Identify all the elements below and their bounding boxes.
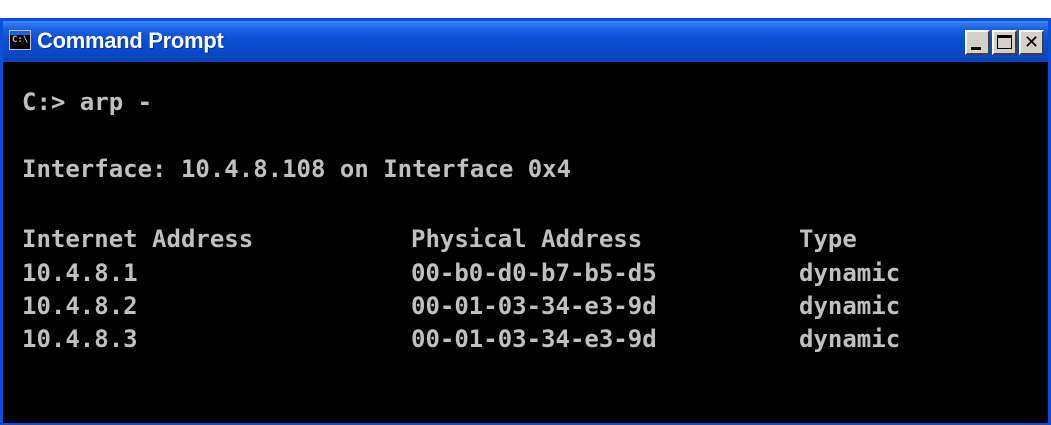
- header-physical-address: Physical Address: [411, 225, 643, 253]
- physical-address-cell: 00-01-03-34-e3-9d: [411, 325, 657, 353]
- console-output[interactable]: C:> arp - Interface: 10.4.8.108 on Inter…: [3, 62, 1048, 423]
- minimize-icon: [971, 47, 981, 50]
- type-cell: dynamic: [799, 325, 901, 353]
- command-prompt-icon[interactable]: C:\: [9, 30, 31, 50]
- window-title: Command Prompt: [37, 28, 224, 53]
- title-bar[interactable]: C:\ Command Prompt ✕: [3, 21, 1048, 62]
- maximize-icon: [997, 35, 1012, 49]
- close-button[interactable]: ✕: [1019, 30, 1044, 55]
- close-icon: ✕: [1023, 32, 1040, 53]
- command-prompt-window: C:\ Command Prompt ✕ C:> arp - Interface…: [0, 18, 1051, 425]
- header-type: Type: [799, 225, 857, 253]
- arp-table-row: 10.4.8.2 00-01-03-34-e3-9d dynamic: [22, 291, 900, 321]
- arp-table-header: Internet Address Physical Address Type: [22, 224, 857, 254]
- header-internet-address: Internet Address: [22, 225, 254, 253]
- type-cell: dynamic: [799, 292, 901, 320]
- physical-address-cell: 00-01-03-34-e3-9d: [411, 292, 657, 320]
- prompt-line: C:> arp -: [22, 88, 153, 116]
- arp-table-row: 10.4.8.3 00-01-03-34-e3-9d dynamic: [22, 324, 900, 354]
- command-prompt-icon-label: C:\: [12, 35, 29, 45]
- internet-address-cell: 10.4.8.1: [22, 259, 138, 287]
- minimize-button[interactable]: [965, 30, 990, 55]
- arp-table-row: 10.4.8.1 00-b0-d0-b7-b5-d5 dynamic: [22, 258, 900, 288]
- type-cell: dynamic: [799, 259, 901, 287]
- physical-address-cell: 00-b0-d0-b7-b5-d5: [411, 259, 657, 287]
- internet-address-cell: 10.4.8.2: [22, 292, 138, 320]
- maximize-button[interactable]: [992, 30, 1017, 55]
- interface-line: Interface: 10.4.8.108 on Interface 0x4: [22, 155, 572, 183]
- internet-address-cell: 10.4.8.3: [22, 325, 138, 353]
